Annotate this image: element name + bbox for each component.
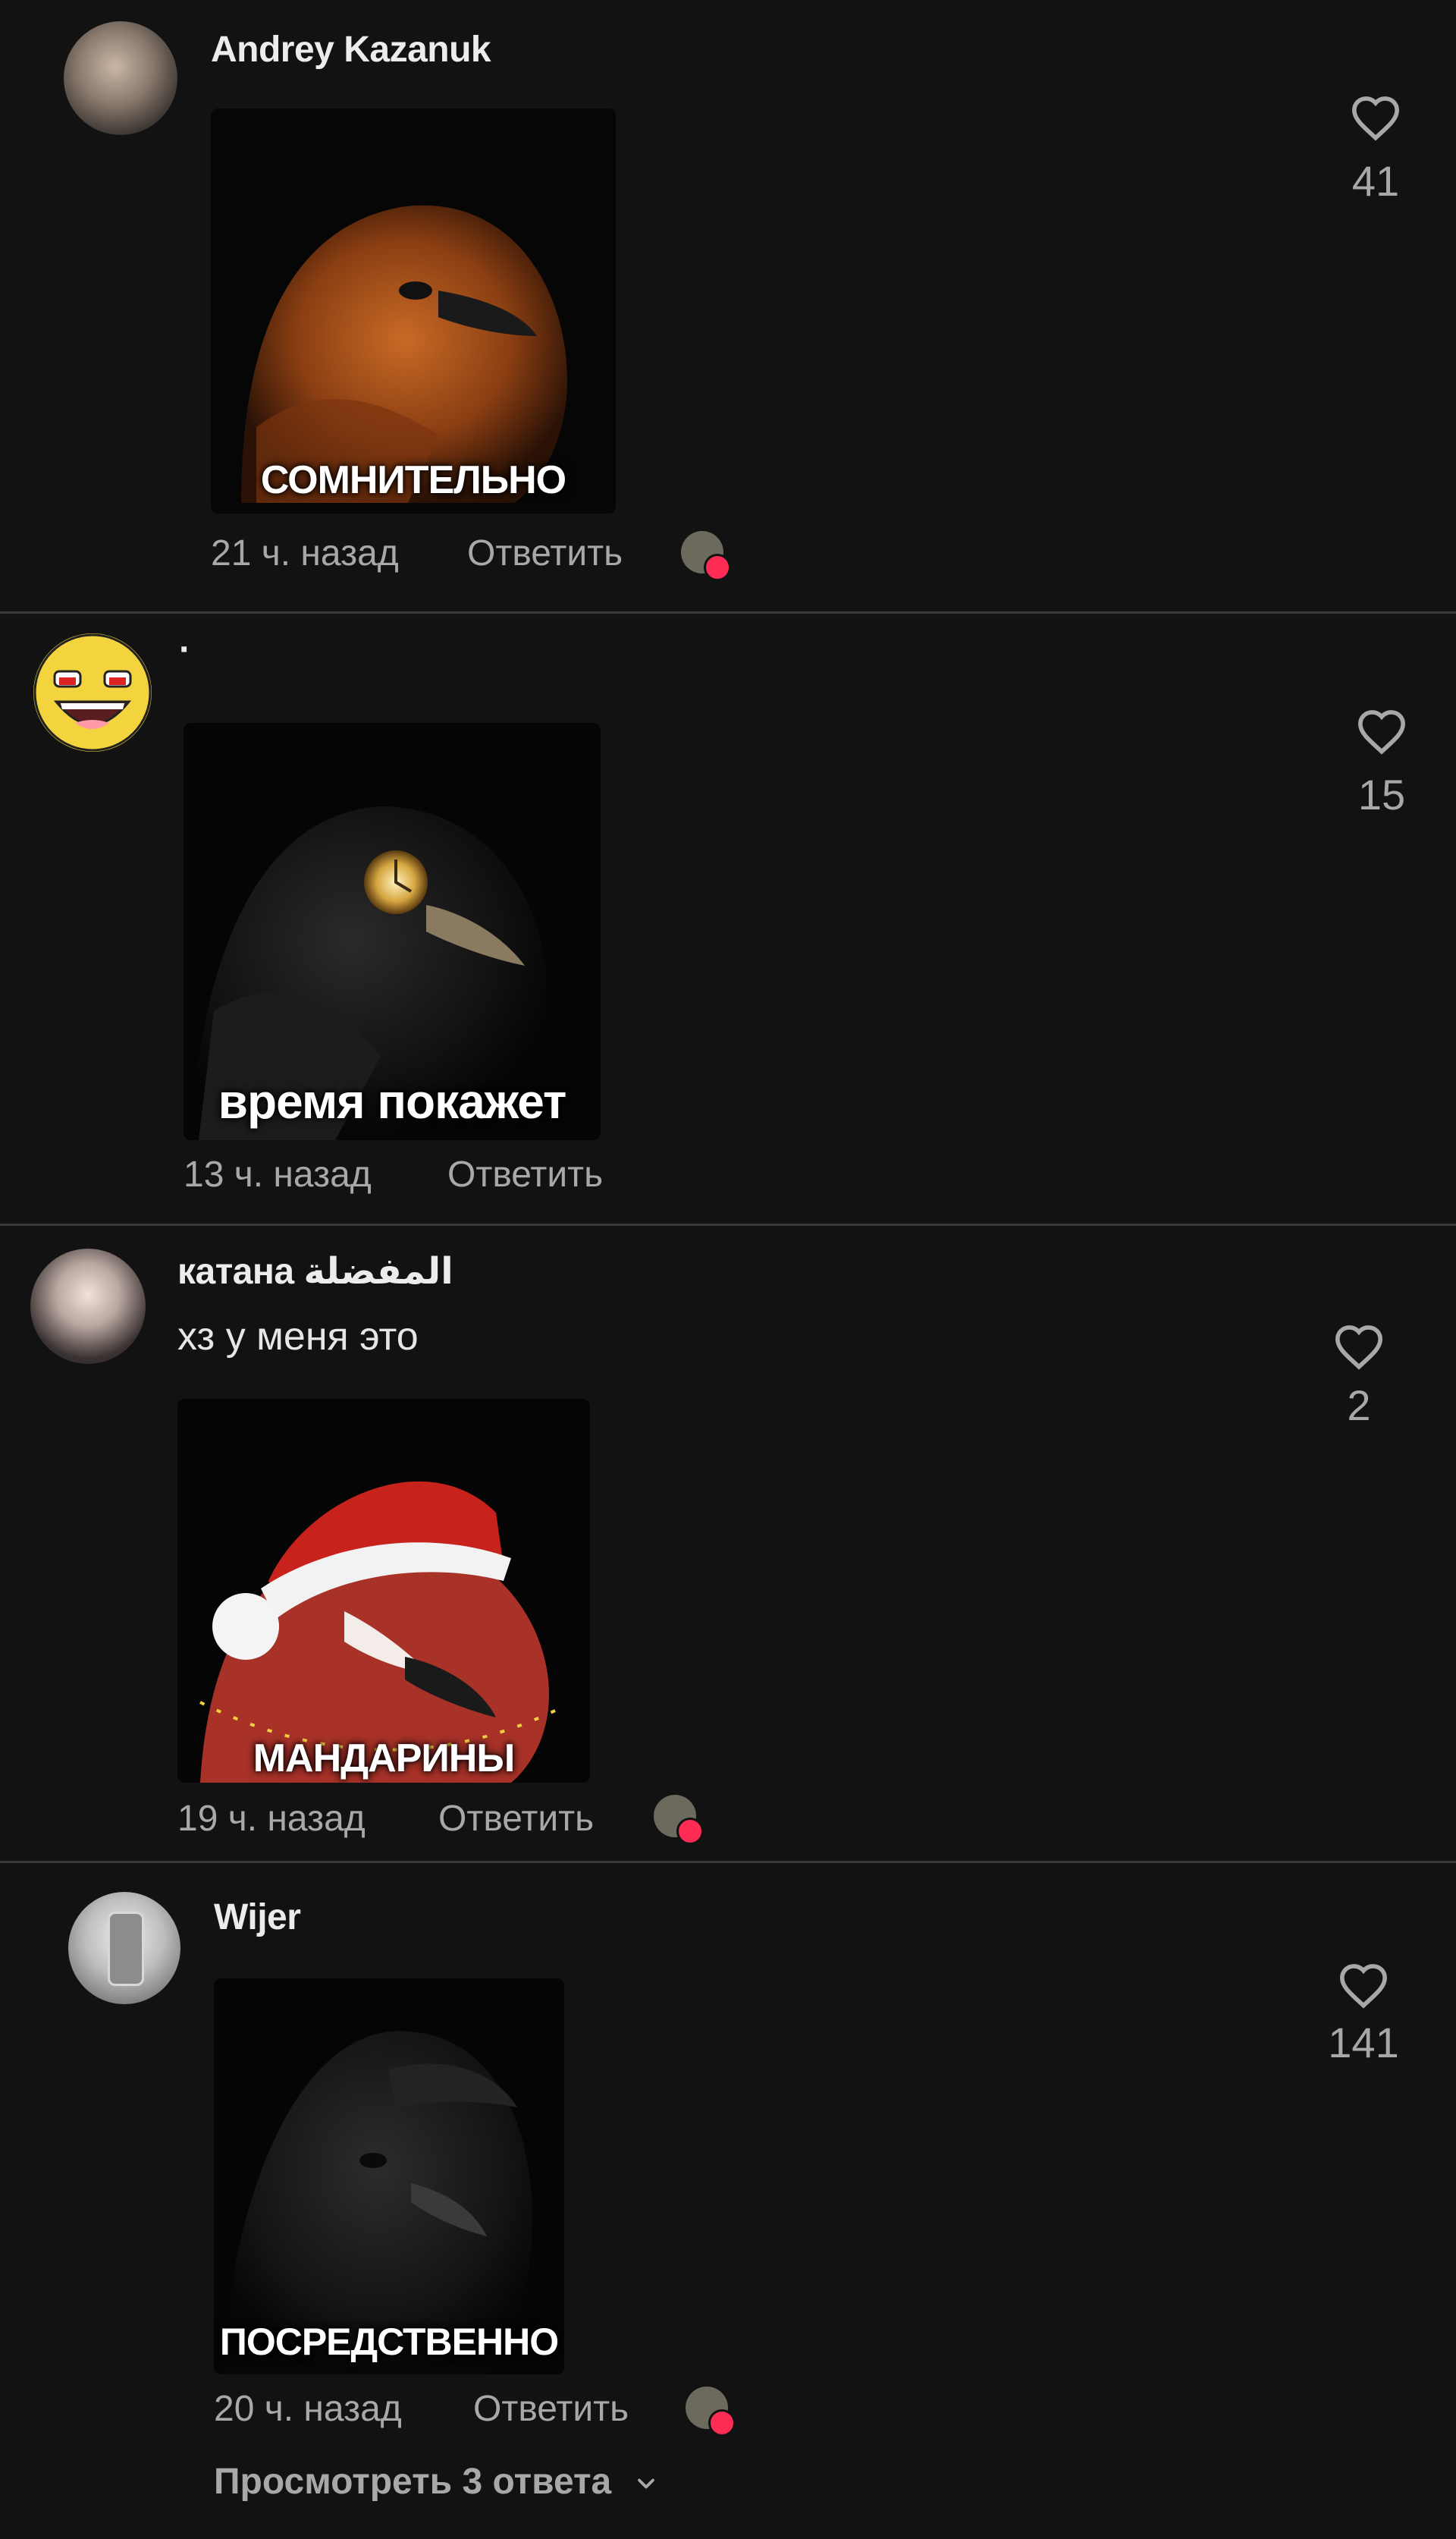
creator-liked-avatar <box>654 1795 704 1845</box>
heart-outline-icon[interactable] <box>1350 94 1401 141</box>
like-count: 15 <box>1357 771 1406 819</box>
timestamp: 21 ч. назад <box>211 533 399 573</box>
reply-button[interactable]: Ответить <box>447 1154 603 1196</box>
username[interactable]: Andrey Kazanuk <box>211 29 491 71</box>
view-replies-button[interactable]: Просмотреть 3 ответа <box>214 2461 660 2503</box>
sticker-image[interactable]: ПОСРЕДСТВЕННО <box>214 1978 564 2374</box>
phone-icon <box>108 1912 144 1986</box>
sticker-caption: ПОСРЕДСТВЕННО <box>219 2321 559 2363</box>
username[interactable]: · <box>179 629 191 671</box>
timestamp: 13 ч. назад <box>184 1155 372 1195</box>
like-count: 41 <box>1351 157 1400 205</box>
reply-button[interactable]: Ответить <box>473 2388 629 2430</box>
sticker-image[interactable]: МАНДАРИНЫ <box>177 1399 590 1783</box>
avatar[interactable] <box>33 633 152 752</box>
username[interactable]: катана المفضلة <box>177 1250 453 1293</box>
avatar[interactable] <box>68 1892 180 2004</box>
comment-item: · время покажет 13 ч. назад Ответить 15 <box>0 614 1456 1224</box>
comment-item: Wijer ПОСРЕДСТВЕННО 20 ч. назад Ответить… <box>0 1863 1456 2539</box>
chevron-down-icon <box>637 2478 654 2489</box>
sticker-caption: СОМНИТЕЛЬНО <box>260 458 566 502</box>
comment-item: катана المفضلة хз у меня это МАНДАРИНЫ 1… <box>0 1226 1456 1861</box>
creator-liked-avatar <box>686 2387 736 2437</box>
bird-illustration <box>211 108 616 514</box>
like-count: 2 <box>1347 1381 1371 1429</box>
reply-button[interactable]: Ответить <box>438 1798 594 1840</box>
like-count: 141 <box>1328 2019 1399 2066</box>
view-replies-label: Просмотреть 3 ответа <box>214 2462 612 2502</box>
bird-illustration <box>214 1978 564 2374</box>
avatar[interactable] <box>64 21 177 135</box>
smiley-face-icon <box>33 633 152 752</box>
avatar[interactable] <box>30 1249 146 1364</box>
sticker-image[interactable]: СОМНИТЕЛЬНО <box>211 108 616 514</box>
heart-outline-icon[interactable] <box>1338 1962 1389 2009</box>
liked-by-creator-icon <box>704 554 731 581</box>
comment-item: Andrey Kazanuk СОМНИТЕЛЬНО 21 ч. назад О… <box>0 0 1456 611</box>
sticker-caption: МАНДАРИНЫ <box>253 1736 516 1780</box>
creator-liked-avatar <box>681 531 731 581</box>
comment-text: хз у меня это <box>177 1315 419 1359</box>
heart-outline-icon[interactable] <box>1356 708 1407 755</box>
sticker-caption: время покажет <box>218 1074 567 1129</box>
bird-illustration <box>177 1399 590 1783</box>
liked-by-creator-icon <box>708 2409 736 2437</box>
liked-by-creator-icon <box>676 1818 704 1845</box>
sticker-image[interactable]: время покажет <box>184 723 601 1140</box>
timestamp: 19 ч. назад <box>177 1799 366 1839</box>
username[interactable]: Wijer <box>214 1896 301 1938</box>
reply-button[interactable]: Ответить <box>467 533 623 574</box>
heart-outline-icon[interactable] <box>1333 1323 1385 1370</box>
timestamp: 20 ч. назад <box>214 2389 402 2429</box>
